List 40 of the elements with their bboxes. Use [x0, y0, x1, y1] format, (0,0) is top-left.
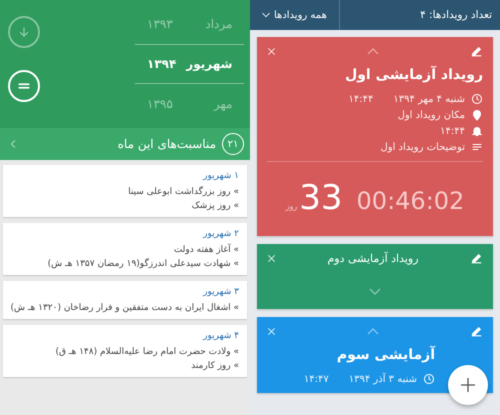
days-count: 33	[299, 178, 343, 218]
occasion-date: ۲ شهریور	[202, 229, 239, 239]
events-count: تعداد رویدادها: ۴	[419, 9, 493, 21]
event-time: ۱۴:۴۷	[304, 374, 329, 384]
month-name: شهریور	[186, 57, 232, 71]
occasion-text: » روز پزشک	[190, 201, 239, 211]
event-title: آزمایشی سوم	[336, 347, 435, 363]
event-description: توضیحات رویداد اول	[380, 142, 465, 152]
event-card[interactable]: رویداد آزمایشی دوم	[257, 244, 493, 309]
occasion-text: » اشغال ایران به دست متفقین و فرار رضاخان (۱۳۲۰ هـ ش)	[11, 303, 239, 313]
month-row[interactable]: مهر ۱۳۹۵	[135, 84, 244, 124]
event-title: رویداد آزمایشی اول	[345, 67, 483, 83]
occasion-text: » شهادت سیدعلی اندرزگو(۱۹ رمضان ۱۳۵۷ هـ ش)	[46, 259, 239, 269]
month-row[interactable]: مرداد ۱۳۹۳	[135, 4, 244, 44]
month-name: مهر	[214, 97, 232, 111]
count-badge: ۲۱	[222, 133, 244, 155]
event-date: شنبه ۴ مهر ۱۳۹۴	[393, 94, 465, 104]
month-row[interactable]: شهریور ۱۳۹۴	[135, 44, 244, 84]
occasion-date: ۳ شهریور	[202, 287, 239, 297]
event-title: رویداد آزمایشی دوم	[327, 252, 419, 264]
year: ۱۳۹۳	[147, 17, 173, 31]
month-name: مرداد	[205, 17, 232, 31]
occasion-text: » آغاز هفته دولت	[172, 245, 239, 255]
year: ۱۳۹۴	[147, 57, 176, 71]
occasions-bar[interactable]: مناسبت‌های این ماه ۲۱	[0, 128, 250, 160]
occasion-text: » روز کارمند	[190, 361, 239, 371]
days-label: روز	[286, 202, 298, 211]
filter-dropdown[interactable]: همه رویدادها	[250, 0, 340, 30]
occasion-text: » ولادت حضرت امام رضا علیه‌السلام (۱۴۸ هـ ق)	[54, 347, 239, 357]
event-card[interactable]: آزمایشی سوم شنبه ۳ آذر ۱۳۹۴ ۱۴:۴۷	[257, 317, 493, 393]
year: ۱۳۹۵	[147, 97, 173, 111]
occasion-text: » روز بزرگداشت ابوعلی سینا	[127, 187, 239, 197]
event-time: ۱۴:۴۴	[348, 94, 374, 104]
reminder-time: ۱۴:۴۴	[440, 126, 465, 136]
event-date: شنبه ۳ آذر ۱۳۹۴	[348, 374, 417, 384]
event-location: مکان رویداد اول	[398, 110, 465, 120]
countdown-time: 00:46:02	[356, 187, 464, 215]
occasions-title: مناسبت‌های این ماه	[118, 137, 216, 151]
occasion-date: ۱ شهریور	[202, 171, 239, 181]
occasion-date: ۴ شهریور	[202, 331, 239, 341]
